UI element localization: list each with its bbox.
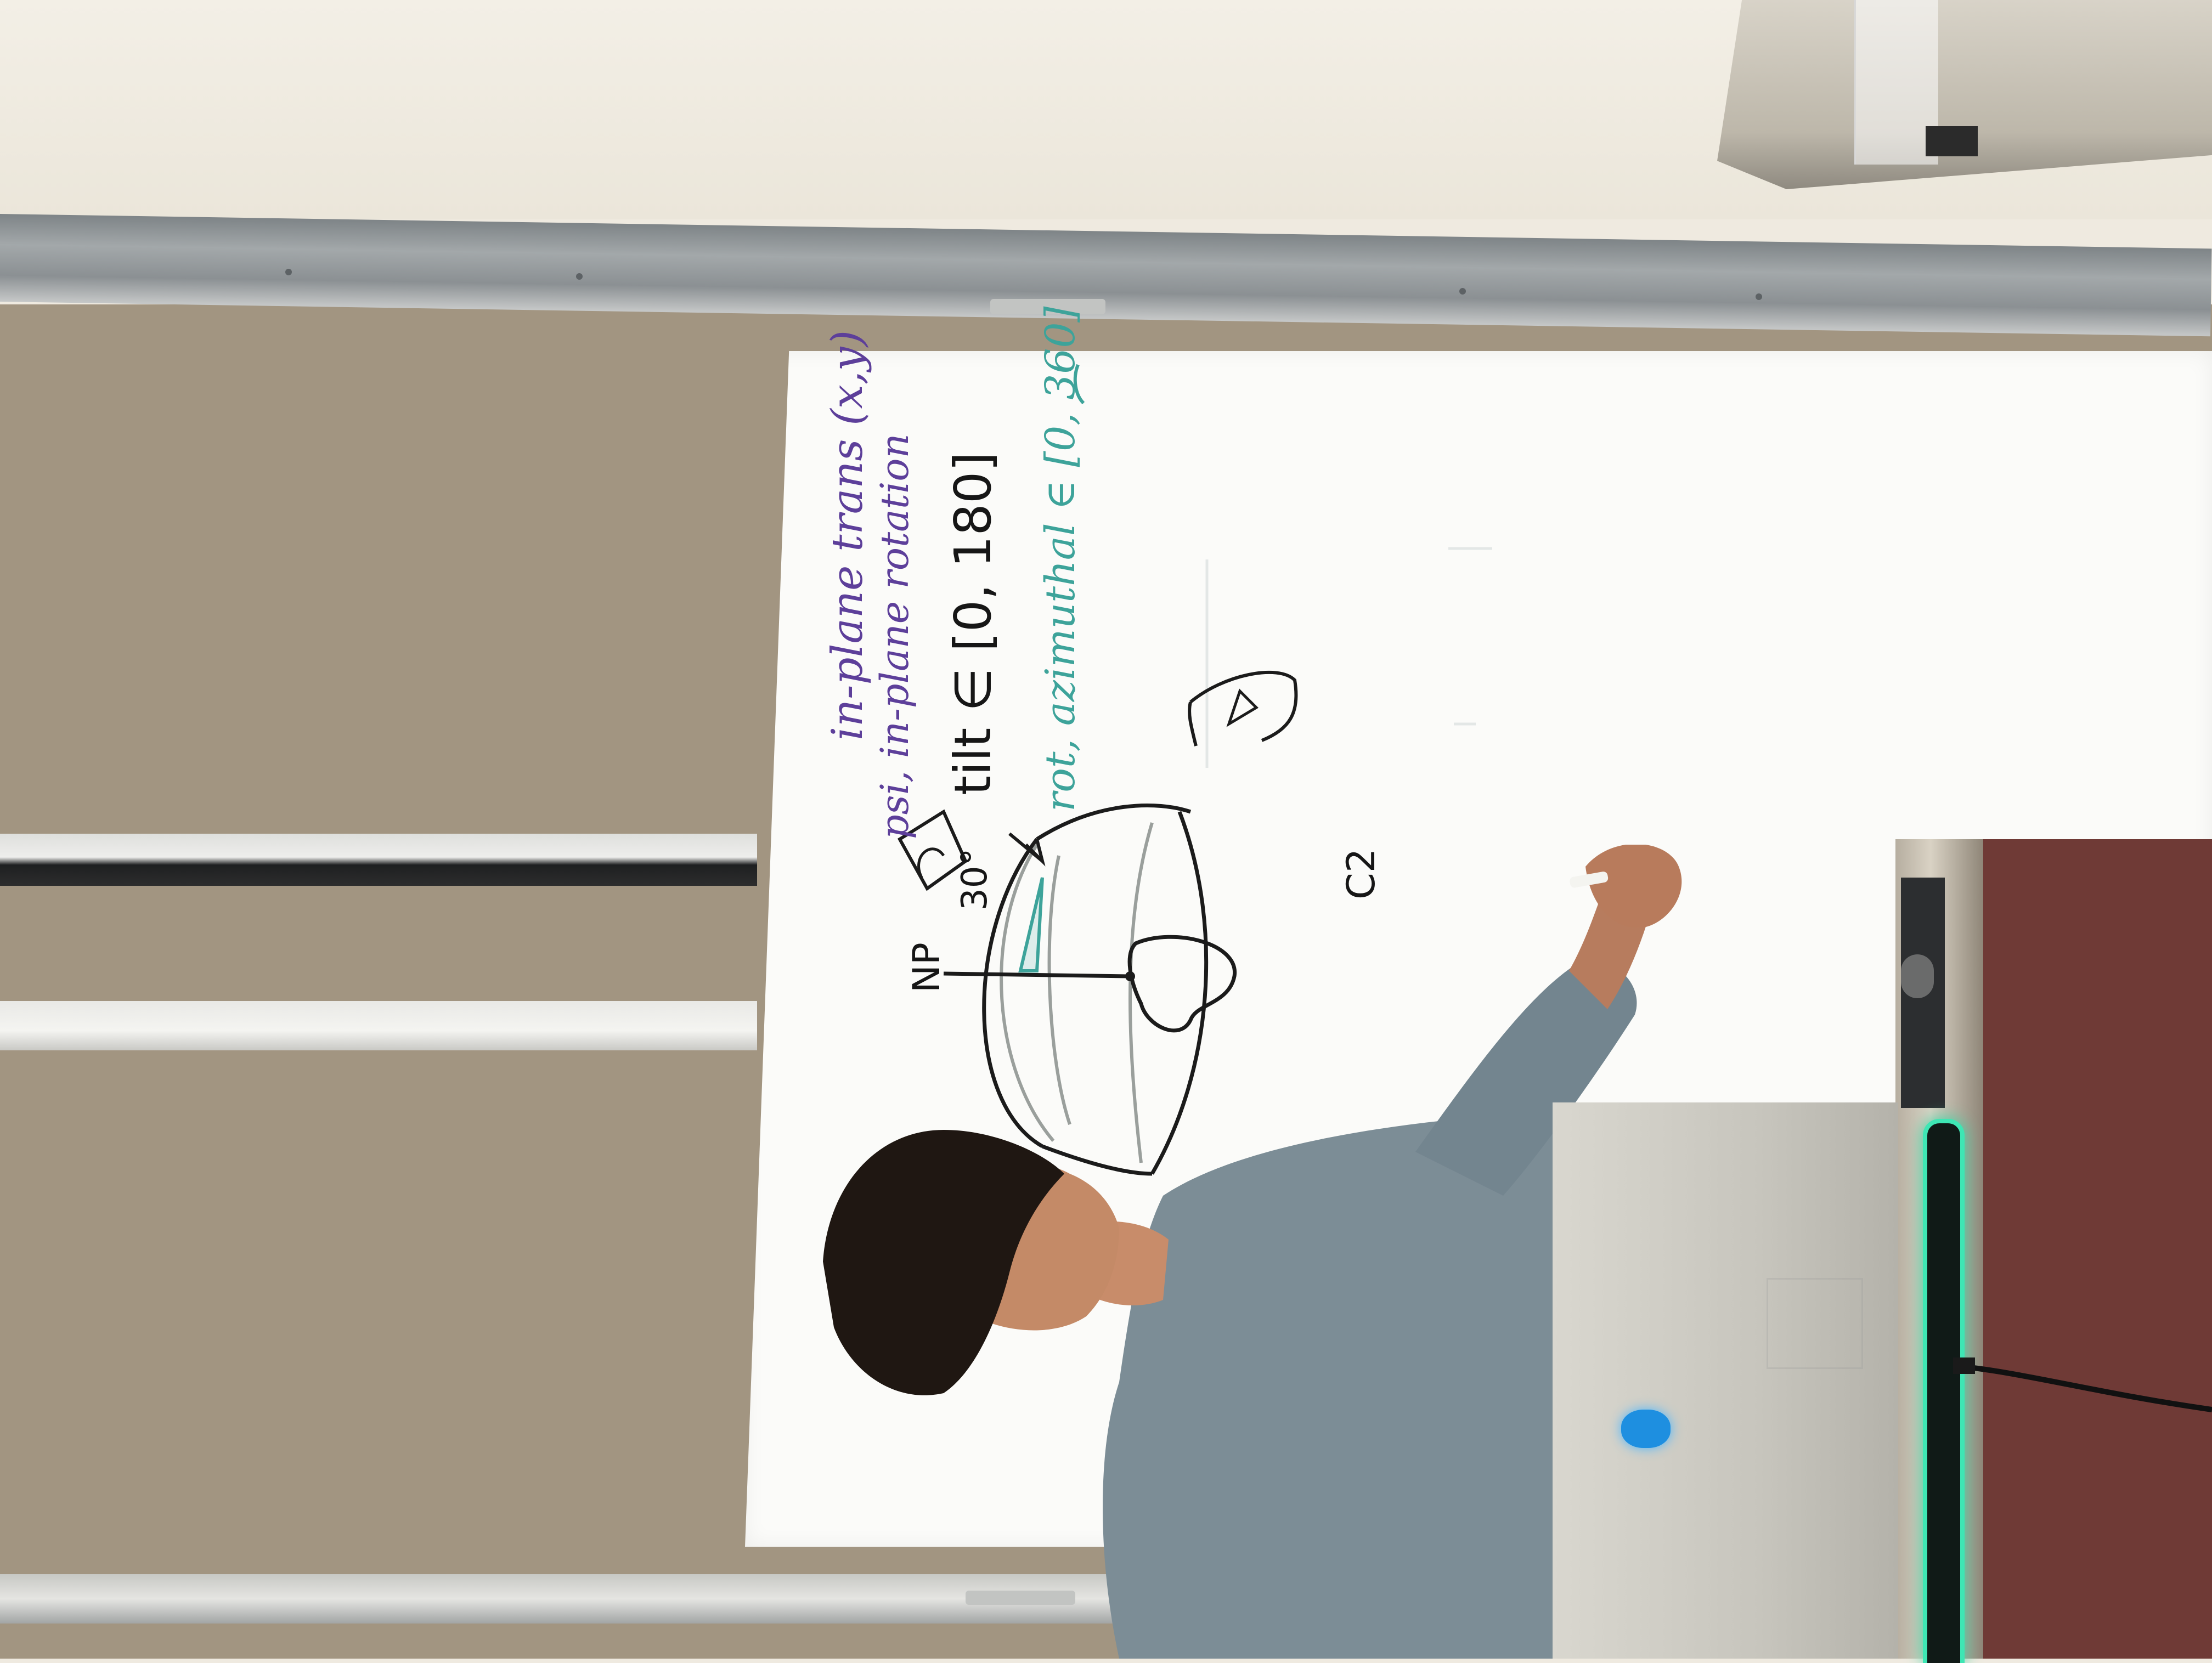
board-text-np: NP [905,942,949,993]
board-text-translation: in-plane trans (x,y) [823,330,872,740]
podium-panel [1553,1102,1898,1659]
wall-rail-bottom [0,1574,1564,1624]
lectern-knob [1901,954,1934,998]
wall-rail-upper [0,834,757,886]
power-cable [1953,1357,2212,1412]
ceiling-screw [1459,288,1466,295]
board-text-rotation: psi, in-plane rotation [872,433,917,839]
ceiling-screw [576,273,583,280]
ceiling-screw [1756,293,1762,300]
projector [1717,0,2212,189]
projector-label [1926,126,1978,156]
podium-panel-outline [1767,1278,1863,1369]
board-text-angle: 30° [955,848,995,910]
wall-rail-lower [0,1001,757,1050]
board-text-c2: C2 [1339,848,1384,900]
ceiling-screw [285,269,292,275]
board-text-azimuthal: rot, azimuthal ∈ [0, 360] [1037,306,1084,812]
podium-logo-icon [1621,1410,1671,1448]
bottom-hook [966,1591,1075,1605]
board-text-tilt: tilt ∈ [0, 180] [944,451,1002,795]
